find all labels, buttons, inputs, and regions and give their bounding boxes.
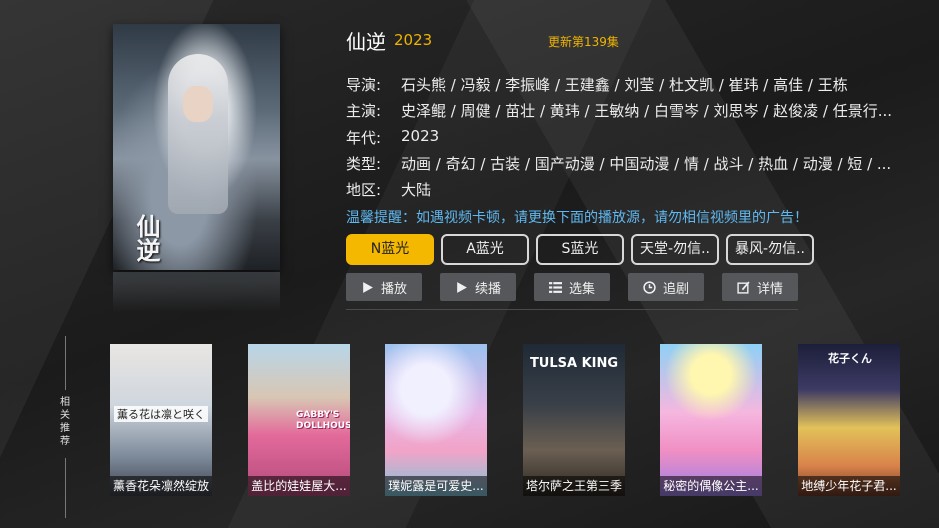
related-poster-title: 薫る花は凛と咲く (114, 406, 208, 422)
related-caption: 璞妮露是可爱史... (385, 476, 487, 496)
related-item[interactable]: 秘密的偶像公主... (660, 344, 762, 496)
related-caption: 薰香花朵凛然绽放 (110, 476, 212, 496)
related-item[interactable]: TULSA KING 塔尔萨之王第三季 (523, 344, 625, 496)
source-button-a-bluray[interactable]: A蓝光 (441, 234, 529, 265)
info-value: 史泽鲲 / 周健 / 苗壮 / 黄玮 / 王敏纳 / 白雪岑 / 刘思岑 / 赵… (401, 102, 893, 120)
related-poster (660, 344, 762, 496)
related-poster: GABBY'S DOLLHOUSE (248, 344, 350, 496)
info-value: 动画 / 奇幻 / 古装 / 国产动漫 / 中国动漫 / 情 / 战斗 / 热血… (401, 155, 892, 173)
poster-face (183, 86, 213, 122)
related-caption: 塔尔萨之王第三季 (523, 476, 625, 496)
info-label: 主演: (346, 102, 382, 120)
info-row-genre: 类型: 动画 / 奇幻 / 古装 / 国产动漫 / 中国动漫 / 情 / 战斗 /… (346, 153, 921, 174)
clock-icon (643, 280, 656, 294)
source-button-n-bluray[interactable]: N蓝光 (346, 234, 434, 265)
section-divider (346, 309, 798, 310)
side-divider-bottom (65, 458, 66, 518)
episodes-button[interactable]: 选集 (534, 273, 610, 301)
warning-tip: 温馨提醒：如遇视频卡顿，请更换下面的播放源，请勿相信视频里的广告！ (346, 210, 808, 226)
play-icon (457, 281, 467, 293)
related-caption: 盖比的娃娃屋大... (248, 476, 350, 496)
info-row-region: 地区: 大陆 (346, 179, 921, 200)
show-year: 2023 (394, 31, 433, 49)
follow-label: 追剧 (662, 281, 689, 297)
related-poster-title: 花子くん (828, 352, 872, 365)
show-poster: 仙逆 (113, 24, 280, 270)
resume-button[interactable]: 续播 (440, 273, 516, 301)
info-row-year: 年代: 2023 (346, 127, 921, 148)
info-value: 2023 (401, 127, 440, 145)
info-row-director: 导演: 石头熊 / 冯毅 / 李振峰 / 王建鑫 / 刘莹 / 杜文凯 / 崔玮 … (346, 74, 921, 95)
episodes-label: 选集 (568, 281, 595, 297)
follow-button[interactable]: 追剧 (628, 273, 704, 301)
related-poster: TULSA KING (523, 344, 625, 496)
poster-logo: 仙逆 (132, 214, 161, 262)
related-poster (385, 344, 487, 496)
play-label: 播放 (380, 281, 407, 297)
source-button-s-bluray[interactable]: S蓝光 (536, 234, 624, 265)
info-value: 石头熊 / 冯毅 / 李振峰 / 王建鑫 / 刘莹 / 杜文凯 / 崔玮 / 高… (401, 76, 848, 94)
related-caption: 地缚少年花子君... (798, 476, 900, 496)
related-caption: 秘密的偶像公主... (660, 476, 762, 496)
related-label: 相关推荐 (60, 397, 70, 447)
update-status: 更新第139集 (548, 35, 619, 49)
related-item[interactable]: 璞妮露是可爱史... (385, 344, 487, 496)
related-poster-title: GABBY'S DOLLHOUSE (296, 410, 350, 431)
related-item[interactable]: 花子くん 地缚少年花子君... (798, 344, 900, 496)
show-title: 仙逆 (346, 30, 386, 54)
info-row-cast: 主演: 史泽鲲 / 周健 / 苗壮 / 黄玮 / 王敏纳 / 白雪岑 / 刘思岑 … (346, 100, 921, 121)
source-button-baofeng[interactable]: 暴风-勿信.. (726, 234, 814, 265)
info-label: 年代: (346, 129, 382, 147)
related-poster: 花子くん (798, 344, 900, 496)
play-button[interactable]: 播放 (346, 273, 422, 301)
resume-label: 续播 (474, 281, 501, 297)
info-label: 导演: (346, 76, 382, 94)
side-divider-top (65, 336, 66, 390)
info-label: 类型: (346, 155, 382, 173)
poster-reflection (113, 272, 280, 312)
related-poster: 薫る花は凛と咲く (110, 344, 212, 496)
source-button-tiantang[interactable]: 天堂-勿信.. (631, 234, 719, 265)
related-item[interactable]: GABBY'S DOLLHOUSE 盖比的娃娃屋大... (248, 344, 350, 496)
edit-icon (737, 281, 750, 294)
poster-figure (168, 54, 228, 214)
related-item[interactable]: 薫る花は凛と咲く 薰香花朵凛然绽放 (110, 344, 212, 496)
play-icon (363, 281, 373, 293)
related-poster-title: TULSA KING (529, 356, 619, 371)
info-value: 大陆 (401, 181, 432, 199)
details-label: 详情 (756, 281, 783, 297)
details-button[interactable]: 详情 (722, 273, 798, 301)
list-icon (548, 281, 562, 293)
info-label: 地区: (346, 181, 382, 199)
